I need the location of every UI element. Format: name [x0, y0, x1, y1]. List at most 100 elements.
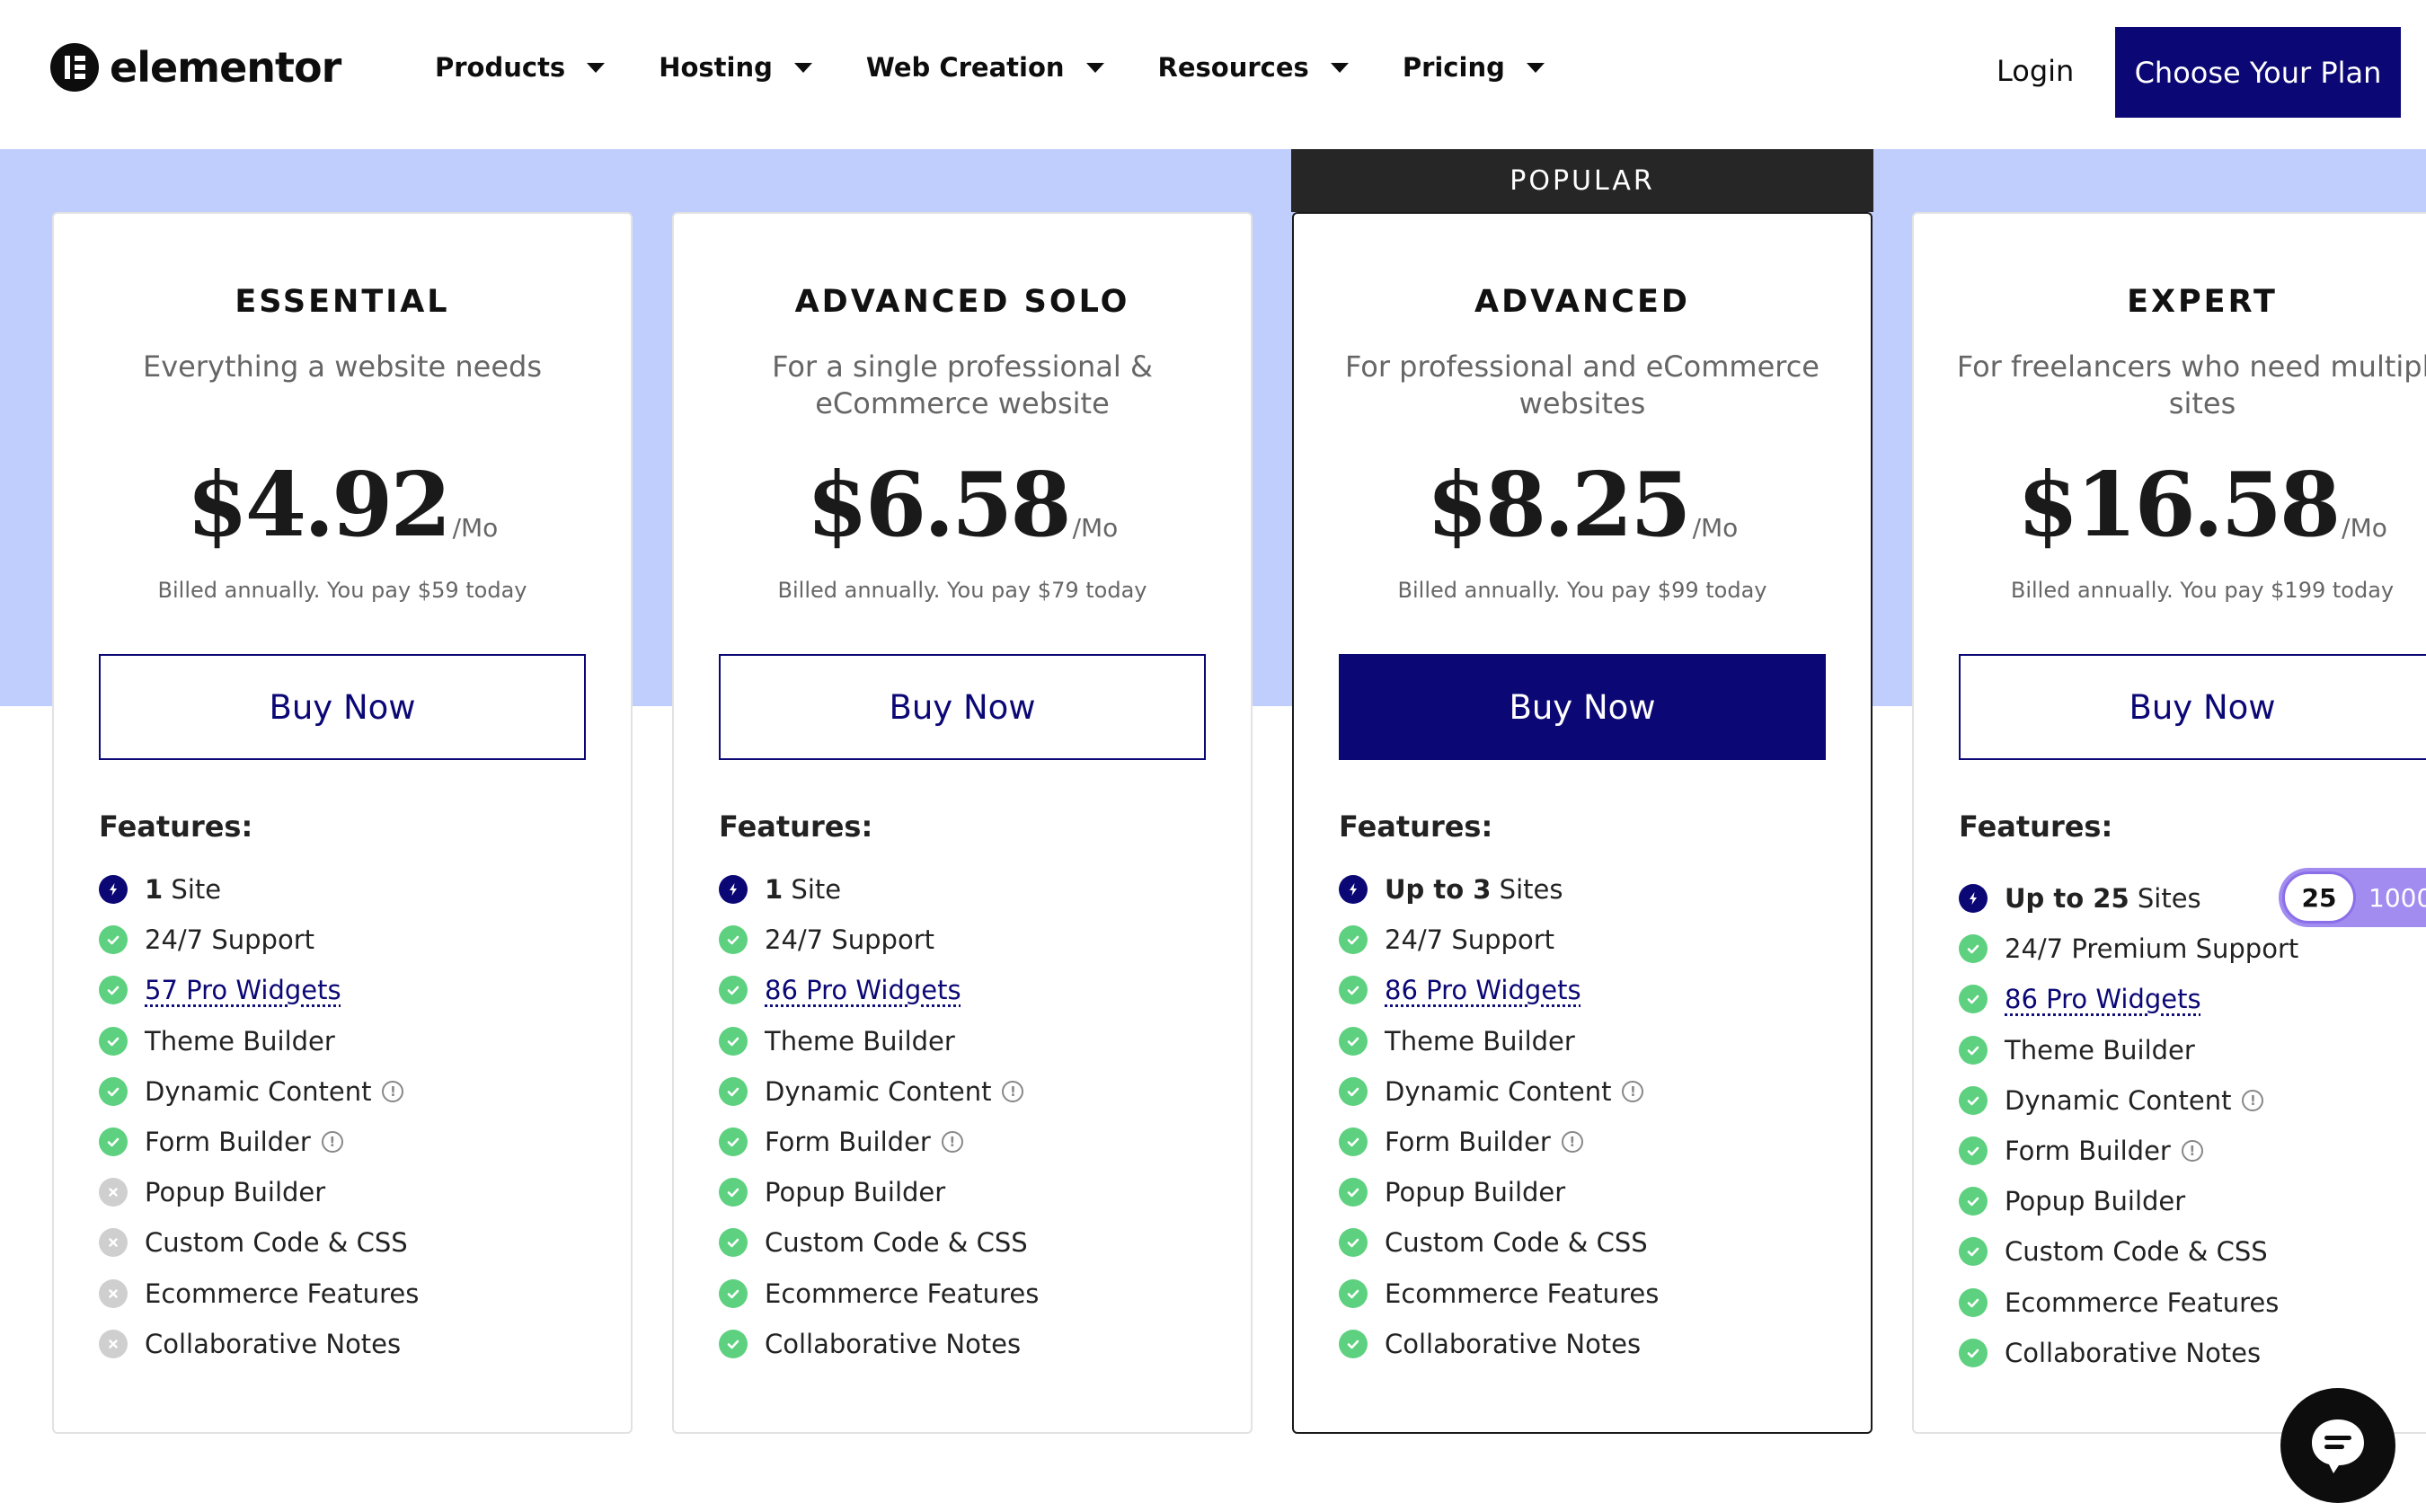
- feature-item: 1 Site: [719, 864, 1039, 915]
- info-icon[interactable]: !: [1002, 1080, 1024, 1102]
- nav-pricing[interactable]: Pricing: [1403, 52, 1545, 83]
- pro-widgets-link[interactable]: 57 Pro Widgets: [145, 975, 341, 1005]
- bolt-icon: [1339, 875, 1368, 905]
- pro-widgets-link[interactable]: 86 Pro Widgets: [765, 975, 961, 1005]
- check-icon: [1959, 1085, 1988, 1115]
- check-icon: [719, 1026, 748, 1056]
- info-icon[interactable]: !: [2181, 1140, 2203, 1163]
- plan-description: For a single professional & eCommerce we…: [772, 349, 1153, 420]
- feature-item: Theme Builder: [1339, 1016, 1659, 1066]
- feature-label: Ecommerce Features: [2005, 1287, 2280, 1318]
- choose-plan-button[interactable]: Choose Your Plan: [2115, 27, 2401, 118]
- site-header: elementor Products Hosting Web Creation …: [0, 0, 2426, 149]
- feature-item: 24/7 Support: [719, 915, 1039, 965]
- info-icon[interactable]: !: [1561, 1131, 1583, 1154]
- nav-hosting[interactable]: Hosting: [659, 52, 812, 83]
- buy-now-button[interactable]: Buy Now: [1339, 654, 1826, 760]
- sites-count: Up to 25 Sites: [2005, 883, 2201, 915]
- sites-count: Up to 3 Sites: [1385, 874, 1563, 906]
- feature-label: Form Builder: [765, 1127, 931, 1158]
- pro-widgets-link[interactable]: 86 Pro Widgets: [1385, 975, 1581, 1005]
- elementor-logo[interactable]: elementor: [50, 43, 341, 92]
- nav-web-creation[interactable]: Web Creation: [866, 52, 1104, 83]
- check-icon: [1339, 925, 1368, 955]
- chevron-down-icon: [1526, 62, 1545, 73]
- sites-count-toggle[interactable]: 25 1000: [2279, 868, 2426, 927]
- sites-count: 1 Site: [145, 874, 222, 906]
- feature-item: Popup Builder: [99, 1167, 419, 1217]
- check-icon: [1339, 1329, 1368, 1358]
- check-icon: [719, 1127, 748, 1157]
- feature-item: Theme Builder: [1959, 1025, 2298, 1075]
- feature-item: Collaborative Notes: [99, 1319, 419, 1369]
- buy-now-button[interactable]: Buy Now: [99, 654, 586, 760]
- info-icon[interactable]: !: [321, 1131, 343, 1154]
- check-icon: [1959, 1287, 1988, 1317]
- cross-icon: [99, 1178, 128, 1207]
- plan-name: EXPERT: [2127, 284, 2278, 320]
- feature-label: Dynamic Content: [145, 1075, 372, 1107]
- feature-label: Popup Builder: [765, 1177, 946, 1208]
- feature-item: Custom Code & CSS: [1339, 1217, 1659, 1268]
- check-icon: [1339, 1127, 1368, 1157]
- features-heading: Features:: [1339, 809, 1493, 844]
- feature-item: Custom Code & CSS: [99, 1217, 419, 1268]
- sites-option-other[interactable]: 1000: [2368, 868, 2426, 927]
- feature-item: Collaborative Notes: [1339, 1319, 1659, 1369]
- check-icon: [99, 1026, 128, 1056]
- chevron-down-icon: [793, 62, 812, 73]
- feature-item: 24/7 Support: [99, 915, 419, 965]
- price-period: /Mo: [1692, 513, 1739, 543]
- plan-name: ADVANCED: [1474, 284, 1690, 320]
- plan-card-advanced-solo: ADVANCED SOLO For a single professional …: [672, 212, 1253, 1434]
- feature-label: Custom Code & CSS: [765, 1227, 1028, 1259]
- check-icon: [1339, 1278, 1368, 1308]
- info-icon[interactable]: !: [1622, 1080, 1644, 1102]
- plan-price: $16.58: [2017, 454, 2341, 557]
- feature-label: Form Builder: [2005, 1136, 2171, 1167]
- check-icon: [1339, 1228, 1368, 1258]
- info-icon[interactable]: !: [941, 1131, 963, 1154]
- cross-icon: [99, 1278, 128, 1308]
- info-icon[interactable]: !: [2242, 1089, 2264, 1111]
- price-period: /Mo: [2342, 513, 2387, 543]
- feature-item: 1 Site: [99, 864, 419, 915]
- chevron-down-icon: [587, 62, 606, 73]
- plan-card-essential: ESSENTIAL Everything a website needs $4.…: [52, 212, 633, 1434]
- feature-item: Ecommerce Features: [99, 1269, 419, 1319]
- check-icon: [1959, 1136, 1988, 1166]
- info-icon[interactable]: !: [382, 1080, 404, 1102]
- price-row: $4.92 /Mo: [54, 456, 631, 555]
- login-link[interactable]: Login: [1997, 54, 2074, 88]
- feature-list: 1 Site 24/7 Support 57 Pro Widgets Theme Bu…: [99, 864, 419, 1369]
- pro-widgets-link[interactable]: 86 Pro Widgets: [2005, 984, 2201, 1014]
- nav-products[interactable]: Products: [435, 52, 606, 83]
- features-heading: Features:: [99, 809, 253, 844]
- plan-price: $8.25: [1426, 454, 1692, 557]
- feature-item: Popup Builder: [1959, 1176, 2298, 1226]
- check-icon: [1959, 1338, 1988, 1367]
- nav-resources[interactable]: Resources: [1158, 52, 1349, 83]
- check-icon: [1959, 934, 1988, 964]
- chat-button[interactable]: [2280, 1388, 2395, 1503]
- plan-name: ADVANCED SOLO: [794, 284, 1130, 320]
- buy-now-button[interactable]: Buy Now: [1959, 654, 2426, 760]
- check-icon: [99, 1076, 128, 1106]
- chat-icon: [2312, 1419, 2364, 1473]
- price-period: /Mo: [1072, 513, 1119, 543]
- plan-card-expert: EXPERT For freelancers who need multiple…: [1912, 212, 2426, 1434]
- buy-now-button[interactable]: Buy Now: [719, 654, 1206, 760]
- feature-item: Dynamic Content!: [99, 1066, 419, 1117]
- sites-option-selected[interactable]: 25: [2282, 871, 2356, 924]
- feature-list: 1 Site 24/7 Support 86 Pro Widgets Theme Bu…: [719, 864, 1039, 1369]
- feature-label: Collaborative Notes: [1385, 1328, 1642, 1359]
- check-icon: [719, 1278, 748, 1308]
- feature-label: Custom Code & CSS: [1385, 1227, 1648, 1259]
- feature-item: Form Builder!: [719, 1117, 1039, 1167]
- plan-name: ESSENTIAL: [235, 284, 450, 320]
- feature-label: Dynamic Content: [2005, 1084, 2232, 1116]
- nav-hosting-label: Hosting: [659, 52, 773, 83]
- check-icon: [99, 925, 128, 955]
- cross-icon: [99, 1228, 128, 1258]
- feature-item: Ecommerce Features: [1959, 1278, 2298, 1328]
